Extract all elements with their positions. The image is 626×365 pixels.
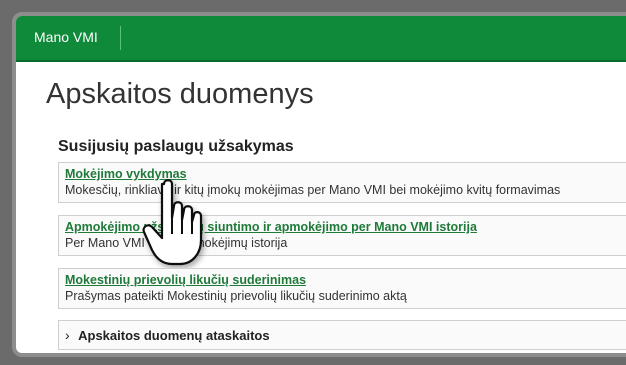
app-window: Mano VMI Apskaitos duomenys Susijusių pa…	[12, 12, 626, 357]
page-title: Apskaitos duomenys	[46, 78, 314, 110]
accounting-reports-label: Apskaitos duomenų ataskaitos	[78, 328, 270, 343]
service-link-balance-reconciliation[interactable]: Mokestinių prievolių likučių suderinimas	[65, 273, 626, 287]
top-navigation-bar: Mano VMI	[16, 16, 626, 62]
accounting-reports-collapsible[interactable]: › Apskaitos duomenų ataskaitos	[58, 320, 626, 350]
service-description-balance-reconciliation: Prašymas pateikti Mokestinių prievolių l…	[65, 289, 407, 303]
chevron-right-icon: ›	[65, 327, 70, 343]
section-title: Susijusių paslaugų užsakymas	[58, 138, 294, 155]
hand-pointer-icon	[142, 179, 203, 266]
service-card-balance-reconciliation: Mokestinių prievolių likučių suderinimas…	[58, 268, 626, 309]
brand-divider	[120, 26, 121, 50]
brand-link[interactable]: Mano VMI	[34, 29, 98, 45]
